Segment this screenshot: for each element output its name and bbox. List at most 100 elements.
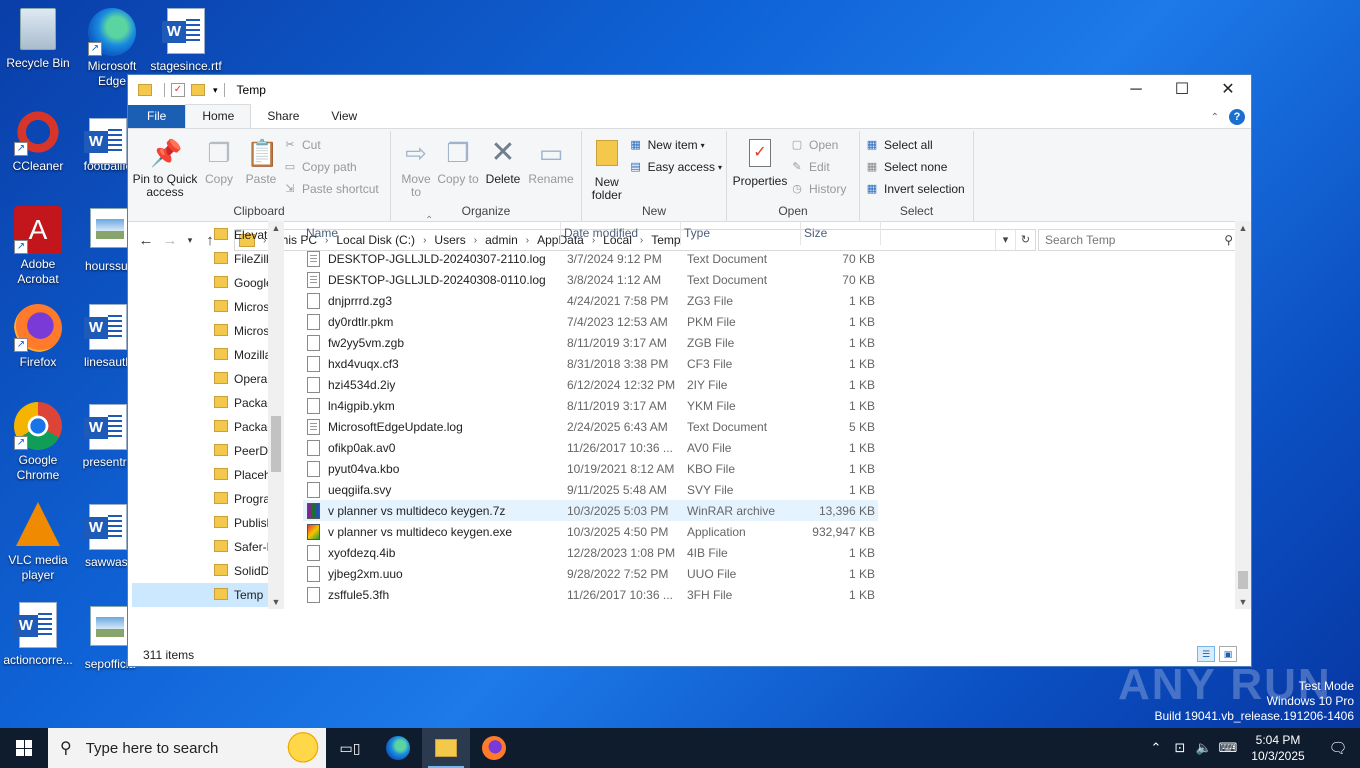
invert-selection-button[interactable]: ▦ Invert selection bbox=[864, 181, 965, 197]
scroll-down-icon[interactable]: ▼ bbox=[1235, 597, 1251, 607]
nav-item[interactable]: Google bbox=[132, 271, 268, 295]
notifications-icon[interactable]: 🗨 bbox=[1316, 739, 1360, 757]
file-list-scrollbar[interactable]: ▲ ▼ bbox=[1235, 221, 1251, 609]
properties-quick-icon[interactable]: ✓ bbox=[171, 83, 185, 97]
nav-item[interactable]: Opera bbox=[132, 367, 268, 391]
content-area: Elevated FileZilla Google Microsoft Micr… bbox=[128, 215, 1251, 609]
nav-scrollbar[interactable]: ▲ ▼ bbox=[268, 221, 284, 609]
tab-view[interactable]: View bbox=[315, 105, 373, 128]
vlc-icon bbox=[16, 502, 60, 546]
close-button[interactable]: ✕ bbox=[1205, 75, 1251, 105]
file-type: Text Document bbox=[687, 272, 768, 287]
chevron-up-icon[interactable]: ⌃ bbox=[1144, 740, 1168, 756]
nav-item[interactable]: SolidDocs bbox=[132, 559, 268, 583]
nav-item-temp[interactable]: Temp bbox=[132, 583, 268, 607]
network-icon[interactable]: ⊡ bbox=[1168, 740, 1192, 756]
column-header-name[interactable]: Name ⌃ bbox=[303, 215, 561, 245]
title-bar[interactable]: ✓ ▾ Temp ─ ☐ ✕ bbox=[128, 75, 1251, 105]
desktop-icon-chrome[interactable]: ↗ Google Chrome bbox=[0, 402, 76, 483]
nav-item[interactable]: Packages bbox=[132, 415, 268, 439]
maximize-button[interactable]: ☐ bbox=[1159, 75, 1205, 105]
copy-path-button[interactable]: ▭ Copy path bbox=[282, 159, 379, 175]
column-header-date[interactable]: Date modified bbox=[561, 221, 681, 245]
nav-item-label: Packages bbox=[234, 396, 268, 410]
file-row[interactable]: zsffule5.3fh 11/26/2017 10:36 ... 3FH File… bbox=[303, 584, 878, 605]
clipboard-group: 📌 Pin to Quick access ❐ Copy 📋 Paste ✂ Cu… bbox=[128, 131, 391, 221]
cut-button[interactable]: ✂ Cut bbox=[282, 137, 379, 153]
scrollbar-thumb[interactable] bbox=[271, 416, 281, 472]
column-header-type[interactable]: Type bbox=[681, 221, 801, 245]
scrollbar-thumb[interactable] bbox=[1238, 571, 1248, 589]
easy-access-button[interactable]: ▤ Easy access ▾ bbox=[628, 159, 722, 175]
history-button[interactable]: ◷ History bbox=[789, 181, 846, 197]
open-button[interactable]: ▢ Open bbox=[789, 137, 846, 153]
minimize-button[interactable]: ─ bbox=[1113, 75, 1159, 105]
input-indicator-icon[interactable]: ⌨ bbox=[1216, 740, 1240, 756]
firefox-taskbar-icon[interactable] bbox=[470, 728, 518, 768]
tab-file[interactable]: File bbox=[128, 105, 186, 128]
file-row[interactable]: hxd4vuqx.cf3 8/31/2018 3:38 PM CF3 File 1 K… bbox=[303, 353, 878, 374]
new-folder-quick-icon[interactable] bbox=[191, 84, 205, 96]
new-item-button[interactable]: ▦ New item ▾ bbox=[628, 137, 722, 153]
desktop-icon-actioncorre[interactable]: W actioncorre... bbox=[0, 602, 76, 668]
nav-item[interactable]: Programs bbox=[132, 487, 268, 511]
file-row[interactable]: pyut04va.kbo 10/19/2021 8:12 AM KBO File 1 … bbox=[303, 458, 878, 479]
edge-taskbar-icon[interactable] bbox=[374, 728, 422, 768]
scroll-down-icon[interactable]: ▼ bbox=[268, 597, 284, 607]
task-view-icon[interactable]: ▭▯ bbox=[326, 728, 374, 768]
taskbar-search[interactable]: ⚲ Type here to search bbox=[48, 728, 326, 768]
nav-item[interactable]: Microsoft bbox=[132, 319, 268, 343]
file-row[interactable]: v planner vs multideco keygen.7z 10/3/202… bbox=[303, 500, 878, 521]
file-row[interactable]: yjbeg2xm.uuo 9/28/2022 7:52 PM UUO File 1 K… bbox=[303, 563, 878, 584]
nav-item[interactable]: Publish bbox=[132, 511, 268, 535]
tab-home[interactable]: Home bbox=[185, 104, 252, 128]
file-row[interactable]: fw2yy5vm.zgb 8/11/2019 3:17 AM ZGB File 1 K… bbox=[303, 332, 878, 353]
file-row[interactable]: dnjprrrd.zg3 4/24/2021 7:58 PM ZG3 File 1 K… bbox=[303, 290, 878, 311]
select-none-button[interactable]: ▦ Select none bbox=[864, 159, 965, 175]
file-row[interactable]: ln4igpib.ykm 8/11/2019 3:17 AM YKM File 1 K… bbox=[303, 395, 878, 416]
start-button[interactable] bbox=[0, 728, 48, 768]
group-label: Organize bbox=[461, 204, 511, 218]
nav-item[interactable]: Packages bbox=[132, 391, 268, 415]
nav-item[interactable]: FileZilla bbox=[132, 247, 268, 271]
desktop-icon-stagesince[interactable]: W stagesince.rtf bbox=[148, 8, 224, 74]
file-name-cell: xyofdezq.4ib bbox=[303, 544, 561, 561]
file-row[interactable]: MicrosoftEdgeUpdate.log 2/24/2025 6:43 AM… bbox=[303, 416, 878, 437]
shortcut-arrow-icon: ↗ bbox=[14, 142, 28, 156]
file-row[interactable]: xyofdezq.4ib 12/28/2023 1:08 PM 4IB File 1 … bbox=[303, 542, 878, 563]
desktop-icon-firefox[interactable]: ↗ Firefox bbox=[0, 304, 76, 370]
select-all-button[interactable]: ▦ Select all bbox=[864, 137, 965, 153]
file-row[interactable]: v planner vs multideco keygen.exe 10/3/20… bbox=[303, 521, 878, 542]
quick-access-dropdown-icon[interactable]: ▾ bbox=[213, 85, 218, 96]
nav-item[interactable]: Elevated bbox=[132, 223, 268, 247]
desktop-icon-ccleaner[interactable]: ↗ CCleaner bbox=[0, 108, 76, 174]
nav-item[interactable]: Mozilla bbox=[132, 343, 268, 367]
copy-label: Copy bbox=[204, 172, 233, 186]
column-header-size[interactable]: Size bbox=[801, 221, 881, 245]
nav-item[interactable]: PeerDist bbox=[132, 439, 268, 463]
volume-icon[interactable]: 🔈 bbox=[1192, 740, 1216, 756]
file-row[interactable]: DESKTOP-JGLLJLD-20240307-2110.log 3/7/202… bbox=[303, 248, 878, 269]
scroll-up-icon[interactable]: ▲ bbox=[268, 223, 284, 233]
desktop-icon-vlc[interactable]: VLC media player bbox=[0, 502, 76, 583]
file-size: 1 KB bbox=[848, 356, 875, 371]
collapse-ribbon-icon[interactable]: ⌃ bbox=[1211, 112, 1219, 123]
scroll-up-icon[interactable]: ▲ bbox=[1235, 223, 1251, 233]
paste-shortcut-button[interactable]: ⇲ Paste shortcut bbox=[282, 181, 378, 197]
tab-share[interactable]: Share bbox=[251, 105, 315, 128]
file-row[interactable]: DESKTOP-JGLLJLD-20240308-0110.log 3/8/202… bbox=[303, 269, 878, 290]
nav-item-label: Opera bbox=[234, 372, 268, 386]
nav-item[interactable]: Placeholder bbox=[132, 463, 268, 487]
file-row[interactable]: ueqgiifa.svy 9/11/2025 5:48 AM SVY File 1 K… bbox=[303, 479, 878, 500]
nav-item[interactable]: Safer-N bbox=[132, 535, 268, 559]
file-row[interactable]: hzi4534d.2iy 6/12/2024 12:32 PM 2IY File 1 … bbox=[303, 374, 878, 395]
file-row[interactable]: ofikp0ak.av0 11/26/2017 10:36 ... AV0 File… bbox=[303, 437, 878, 458]
help-icon[interactable]: ? bbox=[1229, 109, 1245, 125]
edit-button[interactable]: ✎ Edit bbox=[789, 159, 846, 175]
file-explorer-taskbar-icon[interactable] bbox=[422, 728, 470, 768]
file-row[interactable]: dy0rdtlr.pkm 7/4/2023 12:53 AM PKM File 1 K… bbox=[303, 311, 878, 332]
desktop-icon-recycle-bin[interactable]: Recycle Bin bbox=[0, 8, 76, 71]
desktop-icon-adobe-acrobat[interactable]: A ↗ Adobe Acrobat bbox=[0, 206, 76, 287]
clock[interactable]: 5:04 PM 10/3/2025 bbox=[1240, 732, 1316, 764]
nav-item[interactable]: Microsoft bbox=[132, 295, 268, 319]
